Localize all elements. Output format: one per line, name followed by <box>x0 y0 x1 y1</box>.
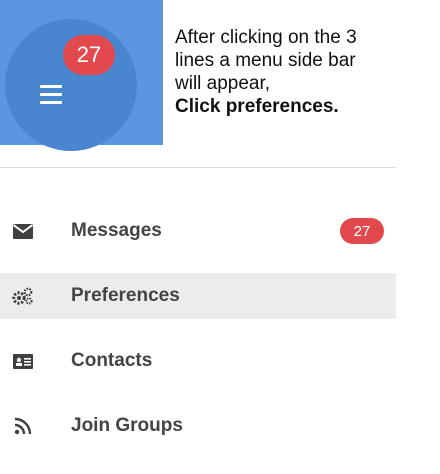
sidebar-item-join-groups[interactable]: Join Groups <box>0 409 396 443</box>
sidebar-item-label: Join Groups <box>71 415 183 436</box>
sidebar-item-label: Preferences <box>71 285 180 306</box>
divider <box>0 167 396 168</box>
messages-count-badge: 27 <box>340 218 384 244</box>
sidebar-item-label: Contacts <box>71 350 153 371</box>
contact-card-icon <box>12 352 34 370</box>
sidebar-item-contacts[interactable]: Contacts <box>0 344 396 378</box>
envelope-icon <box>12 222 34 240</box>
hamburger-line <box>40 85 62 88</box>
hamburger-line <box>40 93 62 96</box>
header-panel: 27 <box>0 0 163 151</box>
hamburger-line <box>40 101 62 104</box>
hamburger-menu-button[interactable] <box>40 81 74 115</box>
notification-badge: 27 <box>63 35 115 75</box>
sidebar-item-label: Messages <box>71 220 162 241</box>
instruction-line-2: lines a menu side bar <box>175 50 356 71</box>
instruction-text: After clicking on the 3 lines a menu sid… <box>175 26 435 118</box>
sidebar-item-messages[interactable]: Messages 27 <box>0 214 396 248</box>
instruction-emphasis: Click preferences. <box>175 96 339 117</box>
instruction-line-1: After clicking on the 3 <box>175 27 357 48</box>
instruction-line-3: will appear, <box>175 73 271 94</box>
gears-icon <box>12 287 34 305</box>
sidebar-item-preferences[interactable]: Preferences <box>0 273 396 319</box>
sidebar-menu: Messages 27 Preferences Contacts Join Gr… <box>0 214 396 474</box>
